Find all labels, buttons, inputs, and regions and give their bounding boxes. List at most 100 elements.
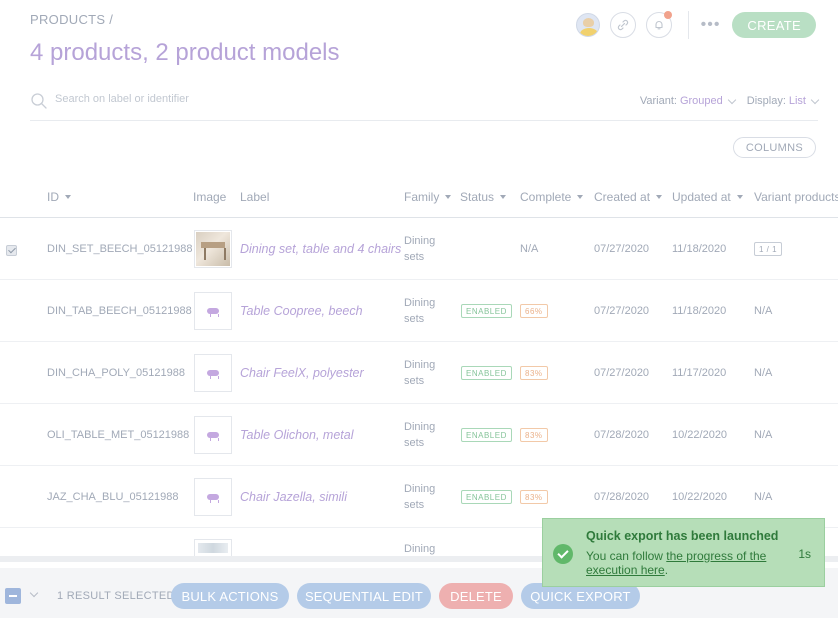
chevron-down-icon: [810, 95, 820, 104]
cell-updated: 11/17/2020: [672, 367, 727, 379]
bulk-actions-button[interactable]: BULK ACTIONS: [171, 583, 289, 609]
status-badge: ENABLED: [461, 304, 512, 318]
display-value: List: [788, 95, 806, 107]
variant-label: Variant:: [639, 95, 677, 107]
cell-image: [194, 342, 232, 404]
column-header-created[interactable]: Created at: [594, 190, 663, 204]
grid-filters: Variant: Grouped Display: List: [628, 95, 820, 107]
cell-id: DIN_TAB_BEECH_05121988: [47, 305, 192, 317]
sort-caret-icon: [500, 195, 507, 199]
link-button[interactable]: [609, 12, 636, 38]
cell-updated: 11/18/2020: [672, 305, 727, 317]
family-line-1: Dining: [404, 359, 436, 371]
variant-dropdown[interactable]: Variant: Grouped: [639, 95, 736, 107]
cell-image: [194, 466, 232, 528]
variant-badge: 1 / 1: [754, 242, 783, 256]
column-header-label: ID: [47, 190, 59, 204]
column-header-status[interactable]: Status: [460, 190, 507, 204]
search-input[interactable]: [55, 93, 355, 105]
family-line-1: Dining: [404, 297, 436, 309]
header-actions: ••• CREATE: [575, 10, 816, 40]
column-header-label-text: Label: [240, 190, 270, 204]
placeholder-image-icon: [207, 494, 219, 503]
delete-button[interactable]: DELETE: [439, 583, 513, 609]
completeness-badge: 83%: [520, 490, 548, 504]
column-header-label: Image: [193, 190, 227, 204]
cell-family: Dining sets: [404, 280, 435, 342]
cell-id: DIN_SET_BEECH_05121988: [47, 243, 193, 255]
toast-message-prefix: You can follow: [586, 549, 667, 563]
notifications-button[interactable]: [645, 11, 672, 38]
search-bar: Variant: Grouped Display: List: [30, 85, 820, 121]
search-icon: [31, 93, 47, 109]
completeness-badge: 66%: [520, 304, 548, 318]
cell-id: OLI_TABLE_MET_05121988: [47, 429, 190, 441]
column-header-label: Status: [460, 190, 495, 204]
table-row[interactable]: DIN_TAB_BEECH_05121988 Table Coopree, be…: [0, 280, 838, 342]
toast-message: You can follow the progress of the execu…: [586, 549, 786, 577]
display-label: Display:: [746, 95, 786, 107]
family-line-2: sets: [404, 375, 425, 387]
display-dropdown[interactable]: Display: List: [746, 95, 820, 107]
more-icon[interactable]: •••: [701, 16, 721, 34]
column-header-label: Variant products: [754, 190, 838, 204]
status-badge: ENABLED: [461, 490, 512, 504]
product-thumbnail: [194, 230, 232, 268]
column-header-image: Image: [193, 190, 226, 204]
cell-family: Dining sets: [404, 218, 435, 280]
row-checkbox[interactable]: [6, 245, 17, 256]
chevron-down-icon[interactable]: [29, 588, 39, 598]
cell-variant: N/A: [754, 367, 773, 379]
table-row[interactable]: DIN_SET_BEECH_05121988 Dining set, table…: [0, 218, 838, 280]
column-header-family[interactable]: Family: [404, 190, 452, 204]
cell-status: ENABLED: [461, 404, 512, 466]
header-divider: [687, 11, 689, 39]
bell-icon: [655, 21, 663, 30]
cell-created: 07/27/2020: [594, 243, 650, 255]
user-avatar[interactable]: [575, 13, 600, 37]
product-thumbnail: [194, 354, 232, 392]
notification-dot: [663, 11, 672, 19]
cell-variant: N/A: [754, 305, 773, 317]
column-header-complete[interactable]: Complete: [520, 190, 584, 204]
column-header-label: Label: [240, 190, 269, 204]
check-circle-icon: [553, 544, 573, 564]
cell-label: Table Olichon, metal: [240, 428, 354, 442]
cell-family: Dining sets: [404, 404, 435, 466]
column-header-variant: Variant products: [754, 190, 838, 204]
cell-label: Table Coopree, beech: [240, 304, 363, 318]
column-header-label: Created at: [594, 190, 651, 204]
placeholder-image-icon: [207, 308, 219, 317]
cell-variant: N/A: [754, 429, 773, 441]
column-header-updated[interactable]: Updated at: [672, 190, 743, 204]
columns-button[interactable]: COLUMNS: [732, 137, 816, 158]
sort-caret-icon: [65, 195, 71, 199]
create-button[interactable]: CREATE: [732, 12, 816, 38]
cell-complete: 66%: [520, 280, 548, 342]
completeness-badge: 83%: [520, 366, 548, 380]
table-row[interactable]: OLI_TABLE_MET_05121988 Table Olichon, me…: [0, 404, 838, 466]
select-all-checkbox[interactable]: [5, 588, 21, 604]
status-badge: ENABLED: [461, 428, 512, 442]
chevron-down-icon: [727, 95, 736, 104]
column-header-id[interactable]: ID: [47, 190, 71, 204]
cell-family: Dining: [404, 543, 436, 555]
cell-variant: 1 / 1: [754, 218, 783, 280]
products-grid-page: PRODUCTS / 4 products, 2 product models …: [0, 0, 838, 618]
toast-timer: 1s: [798, 547, 811, 561]
cell-complete: 83%: [520, 342, 548, 404]
dining-set-photo: [196, 232, 230, 266]
cell-complete: N/A: [520, 243, 539, 255]
sort-caret-icon: [577, 195, 584, 199]
breadcrumb[interactable]: PRODUCTS /: [30, 12, 113, 27]
family-line-2: sets: [404, 251, 425, 263]
success-toast[interactable]: Quick export has been launched You can f…: [542, 518, 825, 587]
cell-image: [194, 280, 232, 342]
cell-family: Dining sets: [404, 342, 435, 404]
sequential-edit-button[interactable]: SEQUENTIAL EDIT: [297, 583, 431, 609]
table-row[interactable]: DIN_CHA_POLY_05121988 Chair FeelX, polye…: [0, 342, 838, 404]
placeholder-image-icon: [207, 370, 219, 379]
placeholder-image-icon: [207, 432, 219, 441]
cell-created: 07/28/2020: [594, 429, 650, 441]
sort-caret-icon: [736, 195, 743, 199]
